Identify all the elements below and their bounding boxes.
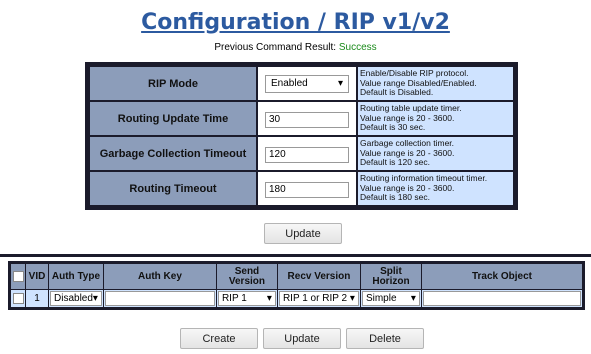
- delete-button[interactable]: Delete: [346, 328, 424, 349]
- garbage-timeout-description: Garbage collection timer. Value range is…: [358, 137, 513, 170]
- update-time-label: Routing Update Time: [90, 102, 256, 135]
- select-all-checkbox[interactable]: [12, 271, 24, 282]
- chevron-down-icon: ▾: [349, 293, 355, 304]
- chevron-down-icon: ▾: [92, 293, 98, 304]
- header-track-object: Track Object: [421, 264, 582, 289]
- split-horizon-select[interactable]: Simple ▾: [361, 291, 420, 306]
- garbage-timeout-label: Garbage Collection Timeout: [90, 137, 256, 170]
- recv-version-select[interactable]: RIP 1 or RIP 2 ▾: [278, 291, 359, 306]
- rip-config-table: RIP Mode Enabled ▾ Enable/Disable RIP pr…: [85, 62, 518, 210]
- header-auth-key: Auth Key: [103, 264, 216, 289]
- routing-timeout-description: Routing information timeout timer. Value…: [358, 172, 513, 205]
- rip-mode-row: RIP Mode Enabled ▾ Enable/Disable RIP pr…: [90, 67, 513, 100]
- rip-mode-description: Enable/Disable RIP protocol. Value range…: [358, 67, 513, 100]
- update-time-row: Routing Update Time Routing table update…: [90, 102, 513, 135]
- create-button[interactable]: Create: [180, 328, 258, 349]
- auth-key-input[interactable]: [104, 291, 215, 306]
- row-checkbox[interactable]: [12, 293, 24, 304]
- garbage-timeout-row: Garbage Collection Timeout Garbage colle…: [90, 137, 513, 170]
- config-update-button[interactable]: Update: [264, 223, 342, 244]
- routing-timeout-label: Routing Timeout: [90, 172, 256, 205]
- table-header: VID Auth Type Auth Key Send Version Recv…: [11, 264, 582, 289]
- rip-mode-value: Enabled: [271, 78, 308, 89]
- update-button[interactable]: Update: [263, 328, 341, 349]
- auth-type-select[interactable]: Disabled ▾: [50, 291, 102, 306]
- rip-mode-label: RIP Mode: [90, 67, 256, 100]
- chevron-down-icon: ▾: [410, 293, 416, 304]
- header-auth-type: Auth Type: [49, 264, 103, 289]
- update-time-description: Routing table update timer. Value range …: [358, 102, 513, 135]
- command-result-label: Previous Command Result:: [214, 42, 339, 53]
- send-version-select[interactable]: RIP 1 ▾: [217, 291, 276, 306]
- rip-interface-table: VID Auth Type Auth Key Send Version Recv…: [8, 261, 585, 310]
- update-time-input[interactable]: [265, 111, 349, 128]
- garbage-timeout-input[interactable]: [265, 146, 349, 163]
- chevron-down-icon: ▾: [337, 78, 343, 89]
- page-title: Configuration / RIP v1/v2: [141, 10, 450, 35]
- routing-timeout-row: Routing Timeout Routing information time…: [90, 172, 513, 205]
- header-recv-version: Recv Version: [277, 264, 360, 289]
- track-object-input[interactable]: [422, 291, 581, 306]
- table-row: 1 Disabled ▾ RIP 1 ▾ RIP 1 or RIP 2 ▾ Si…: [11, 290, 582, 307]
- command-result: Previous Command Result: Success: [0, 42, 591, 53]
- row-vid: 1: [26, 290, 48, 307]
- chevron-down-icon: ▾: [266, 293, 272, 304]
- routing-timeout-input[interactable]: [265, 181, 349, 198]
- header-split-horizon: Split Horizon: [360, 264, 421, 289]
- rip-mode-select[interactable]: Enabled ▾: [265, 74, 349, 93]
- section-divider: [0, 254, 591, 257]
- header-vid: VID: [26, 264, 48, 289]
- header-send-version: Send Version: [216, 264, 277, 289]
- command-result-value: Success: [338, 42, 377, 53]
